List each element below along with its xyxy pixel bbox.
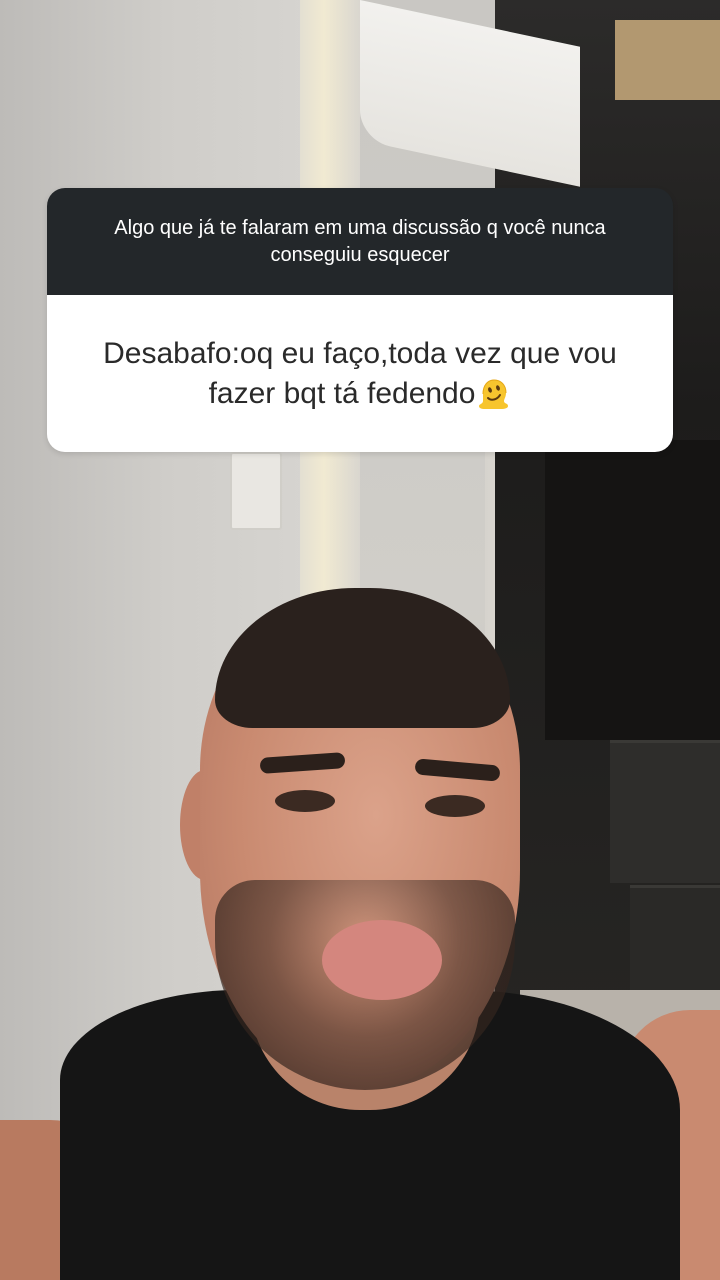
closet-shelf (545, 440, 720, 740)
question-header: Algo que já te falaram em uma discussão … (47, 188, 673, 295)
person-mouth (322, 920, 442, 1000)
closet-drawer (610, 740, 720, 883)
answer-line-2: fazer bqt tá fedendo (208, 376, 476, 410)
answer-line-1: Desabafo:oq eu faço,toda vez que vou (103, 336, 617, 370)
story-viewer[interactable]: Algo que já te falaram em uma discussão … (0, 0, 720, 1280)
storage-box (615, 20, 720, 100)
answer-text: Desabafo:oq eu faço,toda vez que vou faz… (103, 334, 617, 414)
person-eye (425, 795, 485, 817)
melting-face-icon (477, 376, 511, 410)
light-switch (230, 452, 282, 530)
question-sticker[interactable]: Algo que já te falaram em uma discussão … (47, 188, 673, 452)
question-text: Algo que já te falaram em uma discussão … (114, 216, 606, 266)
answer-body: Desabafo:oq eu faço,toda vez que vou faz… (47, 295, 673, 452)
person-eye (275, 790, 335, 812)
